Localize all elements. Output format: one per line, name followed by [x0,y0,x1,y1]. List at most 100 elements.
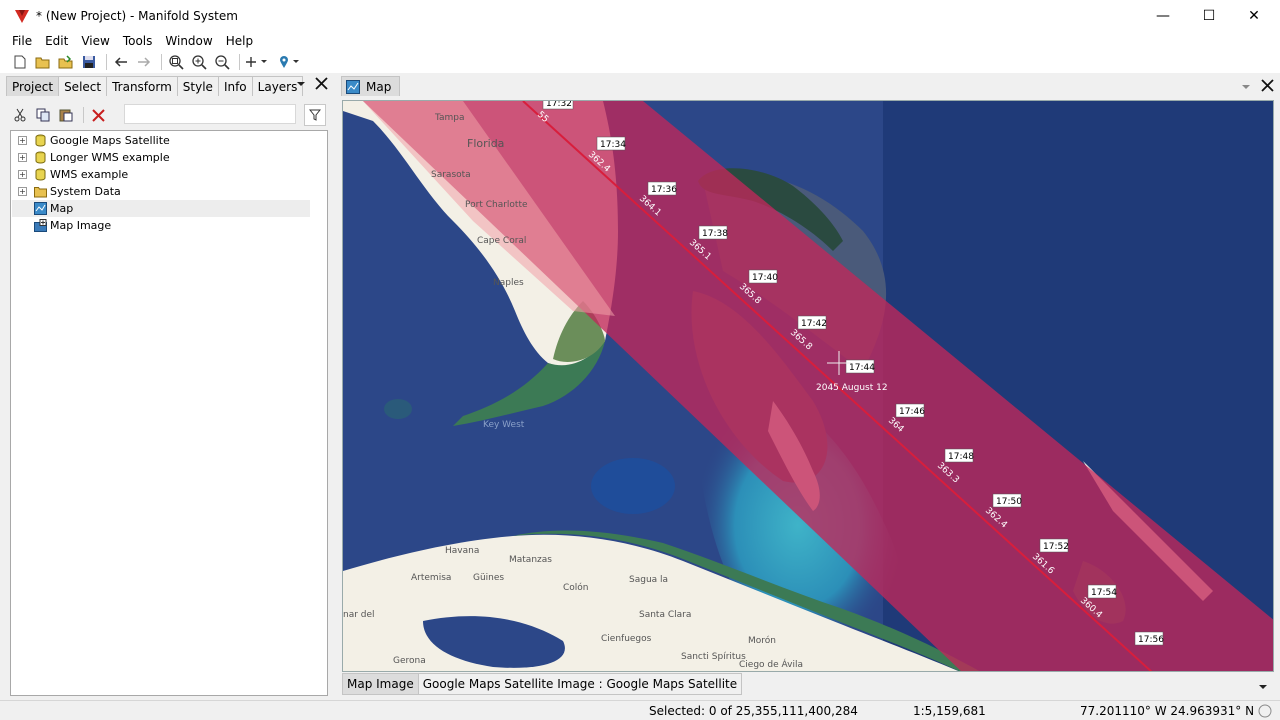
layers-dropdown-button[interactable] [1258,680,1268,694]
zoom-to-fit-button[interactable] [166,53,186,71]
database-icon [35,168,46,181]
menu-help[interactable]: Help [220,34,259,48]
time-label: 17:34 [596,136,626,151]
maximize-button[interactable]: ☐ [1186,0,1232,31]
map-window-menu-button[interactable] [1241,80,1251,94]
place-label: Colón [563,582,589,593]
place-label: Artemisa [411,573,451,583]
time-label: 17:32 [542,101,574,110]
expand-toggle[interactable]: + [18,187,27,196]
tab-info[interactable]: Info [217,76,253,96]
expand-toggle[interactable]: + [18,153,27,162]
time-label: 17:52 [1039,538,1069,553]
place-label: Sancti Spíritus [681,652,746,662]
filter-input[interactable] [124,104,296,124]
cut-button[interactable] [10,106,30,124]
layer-tab-map-image[interactable]: Map Image [342,673,419,695]
delete-x-icon [91,108,105,122]
place-label: Sagua la [629,575,668,585]
place-label: Port Charlotte [465,200,528,210]
close-icon [1261,79,1274,92]
place-label: Gerona [393,656,426,666]
toolbar-separator [161,54,162,70]
open-button[interactable] [33,53,53,71]
map-icon [34,202,47,215]
place-label: Matanzas [509,555,552,565]
arrow-left-icon [114,57,127,67]
menu-tools[interactable]: Tools [117,34,159,48]
time-label: 17:46 [895,403,925,418]
zoom-in-button[interactable] [189,53,209,71]
time-label: 17:54 [1087,584,1117,599]
main-toolbar [0,51,1280,73]
paste-button[interactable] [56,106,76,124]
pane-menu-button[interactable] [296,78,306,92]
tree-item-map[interactable]: Map [12,200,310,217]
place-label: Cape Coral [477,236,526,246]
tree-item-system-data[interactable]: + System Data [11,183,311,200]
minimize-button[interactable]: — [1140,0,1186,31]
back-button[interactable] [111,53,131,71]
folder-arrow-icon [58,55,73,69]
map-tab-label: Map [366,79,392,94]
expand-toggle[interactable]: + [18,136,27,145]
svg-text:17:46: 17:46 [899,407,925,417]
map-canvas[interactable]: Tampa Florida Sarasota Port Charlotte Ca… [342,100,1274,672]
tab-transform[interactable]: Transform [106,76,178,96]
menu-file[interactable]: File [6,34,38,48]
svg-text:17:54: 17:54 [1091,588,1117,598]
expand-toggle[interactable]: + [18,170,27,179]
svg-text:17:50: 17:50 [996,497,1022,507]
arrow-right-icon [138,57,151,67]
add-component-button[interactable] [244,53,274,71]
coordinates-readout[interactable]: 77.201110° W 24.963931° N [1080,704,1254,718]
tree-item-longer-wms-example[interactable]: + Longer WMS example [11,149,311,166]
copy-button[interactable] [33,106,53,124]
progress-circle-icon [1258,704,1272,718]
tab-project[interactable]: Project [6,76,60,96]
layer-tab-google-maps-satellite[interactable]: Google Maps Satellite Image : Google Map… [417,673,743,695]
close-pane-button[interactable] [315,77,328,93]
database-icon [35,134,46,147]
tree-item-map-image[interactable]: Map Image [11,217,311,234]
tab-map[interactable]: Map [341,76,401,96]
zoom-out-button[interactable] [212,53,232,71]
new-project-button[interactable] [10,53,30,71]
project-tree: + Google Maps Satellite + Longer WMS exa… [10,130,328,696]
scale-readout[interactable]: 1:5,159,681 [913,704,986,718]
close-map-button[interactable] [1261,79,1274,95]
menu-view[interactable]: View [75,34,115,48]
selection-status: Selected: 0 of 25,355,111,400,284 [649,704,858,718]
time-label: 17:40 [748,269,778,284]
zoom-out-icon [215,55,230,70]
place-label: Morón [748,635,776,646]
forward-button[interactable] [134,53,154,71]
menu-bar: File Edit View Tools Window Help [0,31,1280,51]
map-view[interactable]: Tampa Florida Sarasota Port Charlotte Ca… [343,101,1274,672]
tree-item-google-maps-satellite[interactable]: + Google Maps Satellite [11,132,311,149]
eclipse-date-label: 2045 August 12 [816,383,888,393]
zoom-fit-icon [169,55,184,70]
tree-item-wms-example[interactable]: + WMS example [11,166,311,183]
locations-button[interactable] [277,53,305,71]
menu-edit[interactable]: Edit [39,34,74,48]
delete-button[interactable] [88,106,108,124]
place-label: Sarasota [431,170,471,180]
open-project-button[interactable] [56,53,76,71]
new-file-icon [14,55,26,69]
plus-dropdown-icon [246,57,267,67]
place-label: Tampa [434,113,465,123]
tab-select[interactable]: Select [58,76,108,96]
left-pane-tabs: Project Select Transform Style Info Laye… [6,76,304,96]
filter-button[interactable] [304,104,326,126]
close-window-button[interactable]: ✕ [1231,0,1277,31]
tree-item-label: Map Image [50,219,112,232]
tree-item-label: Longer WMS example [50,151,170,164]
zoom-in-icon [192,55,207,70]
tree-item-label: Map [50,202,74,215]
save-button[interactable] [79,53,99,71]
time-label: 17:42 [797,315,827,330]
menu-window[interactable]: Window [159,34,218,48]
svg-text:17:36: 17:36 [651,185,677,195]
tab-style[interactable]: Style [176,76,219,96]
